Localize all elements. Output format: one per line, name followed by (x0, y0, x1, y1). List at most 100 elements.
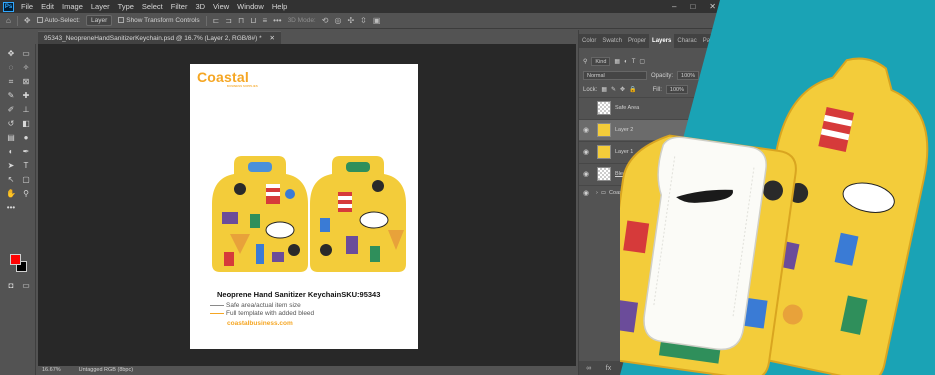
layer-thumbnail (597, 145, 611, 159)
chevron-right-icon[interactable]: › (596, 190, 598, 196)
pen-tool-icon[interactable]: ✒ (20, 146, 32, 157)
zoom-tool-icon[interactable]: ⚲ (20, 188, 32, 199)
distribute-icon[interactable]: ≡ (262, 16, 267, 25)
menu-layer[interactable]: Layer (87, 0, 114, 13)
menu-3d[interactable]: 3D (191, 0, 209, 13)
move-tool-icon[interactable]: ✥ (5, 48, 17, 59)
menu-edit[interactable]: Edit (37, 0, 58, 13)
edit-toolbar-icon[interactable]: ••• (5, 202, 17, 213)
eye-icon[interactable]: ◉ (579, 148, 593, 156)
keychain-template-left[interactable] (210, 154, 310, 274)
legend-safe-area: Safe area/actual item size (210, 302, 301, 309)
menu-type[interactable]: Type (114, 0, 138, 13)
crop-tool-icon[interactable]: ⌗ (5, 76, 17, 87)
more-options-icon[interactable]: ••• (273, 16, 281, 25)
eye-icon[interactable]: ◉ (579, 189, 593, 197)
folder-icon: ▭ (600, 189, 607, 196)
quick-mask-icon[interactable]: ◘ (5, 280, 17, 291)
brush-tool-icon[interactable]: ✐ (5, 104, 17, 115)
eye-icon[interactable]: ◉ (579, 170, 593, 178)
artboard[interactable]: Coastal BUSINESS SUPPLIES Neoprene Hand … (190, 64, 418, 349)
menu-bar: Ps File Edit Image Layer Type Select Fil… (0, 0, 720, 13)
product-title: Neoprene Hand Sanitizer KeychainSKU:9534… (217, 290, 381, 299)
layer-thumbnail (597, 167, 611, 181)
3d-rotate-icon[interactable]: ⟲ (322, 16, 329, 25)
transform-controls-label: Show Transform Controls (126, 17, 200, 24)
shape-tool-icon[interactable]: ▢ (20, 174, 32, 185)
options-divider (16, 15, 18, 26)
keychain-template-right[interactable] (308, 154, 408, 274)
align-middle-icon[interactable]: ⊔ (250, 16, 256, 25)
layer-thumbnail (597, 101, 611, 115)
auto-select-dropdown[interactable]: Layer (85, 15, 113, 26)
lock-paint-icon[interactable]: ✎ (611, 86, 616, 93)
align-left-icon[interactable]: ⊏ (213, 16, 220, 25)
history-brush-icon[interactable]: ↺ (5, 118, 17, 129)
artboard-tool-icon[interactable]: ▭ (20, 48, 32, 59)
eyedropper-icon[interactable]: ✎ (5, 90, 17, 101)
legend-full-label: Full template with added bleed (226, 310, 315, 317)
document-tab[interactable]: 95343_NeopreneHandSanitizerKeychain.psd … (38, 31, 281, 44)
3d-pan-icon[interactable]: ✣ (347, 16, 354, 25)
hand-tool-icon[interactable]: ✋ (5, 188, 17, 199)
3d-scale-icon[interactable]: ▣ (373, 16, 381, 25)
safe-area-line-swatch (210, 305, 224, 306)
foreground-color-swatch[interactable] (10, 254, 21, 265)
color-profile: Untagged RGB (8bpc) (78, 367, 134, 373)
layer-style-icon[interactable]: fx (606, 365, 611, 372)
screen-mode-icon[interactable]: ▭ (20, 280, 32, 291)
align-center-icon[interactable]: ⊐ (225, 16, 232, 25)
lasso-tool-icon[interactable]: ◌ (5, 62, 17, 73)
transform-controls-checkbox[interactable]: Show Transform Controls (118, 17, 200, 24)
move-tool-icon[interactable]: ✥ (24, 16, 31, 25)
zoom-level[interactable]: 16.67% (42, 366, 61, 375)
status-bar: 16.67% Untagged RGB (8bpc) (38, 366, 576, 375)
gradient-tool-icon[interactable]: ▤ (5, 132, 17, 143)
direct-select-icon[interactable]: ↖ (5, 174, 17, 185)
canvas-area[interactable]: Coastal BUSINESS SUPPLIES Neoprene Hand … (38, 44, 576, 366)
lock-label: Lock: (583, 86, 598, 93)
eye-icon[interactable]: ◉ (579, 126, 593, 134)
photoshop-window: Ps File Edit Image Layer Type Select Fil… (0, 0, 720, 375)
auto-select-checkbox[interactable]: Auto-Select: (36, 17, 80, 24)
legend-full-template: Full template with added bleed (210, 310, 314, 317)
3d-slide-icon[interactable]: ⇳ (360, 16, 367, 25)
menu-window[interactable]: Window (233, 0, 268, 13)
website-link: coastalbusiness.com (227, 320, 293, 327)
path-select-icon[interactable]: ➤ (5, 160, 17, 171)
kind-filter[interactable]: Kind (591, 57, 611, 66)
dodge-tool-icon[interactable]: ◐ (5, 146, 17, 157)
lock-pixels-icon[interactable]: ▦ (601, 86, 607, 93)
product-photo (620, 0, 935, 375)
menu-image[interactable]: Image (58, 0, 87, 13)
tab-color[interactable]: Color (579, 34, 599, 48)
options-bar: ⌂ ✥ Auto-Select: Layer Show Transform Co… (0, 13, 720, 29)
menu-file[interactable]: File (17, 0, 37, 13)
3d-mode-label: 3D Mode: (287, 17, 316, 24)
healing-brush-icon[interactable]: ✚ (20, 90, 32, 101)
magic-wand-icon[interactable]: ✧ (20, 62, 32, 73)
photoshop-logo-icon[interactable]: Ps (3, 1, 14, 12)
tools-panel: ✥ ▭ ◌ ✧ ⌗ ⊠ ✎ ✚ ✐ ⊥ ↺ ◧ ▤ ● ◐ ✒ ➤ T ↖ ▢ … (0, 44, 36, 375)
3d-roll-icon[interactable]: ◎ (334, 16, 341, 25)
eraser-tool-icon[interactable]: ◧ (20, 118, 32, 129)
align-top-icon[interactable]: ⊓ (238, 16, 244, 25)
menu-help[interactable]: Help (268, 0, 291, 13)
auto-select-label: Auto-Select: (44, 17, 80, 24)
close-tab-icon[interactable]: ✕ (269, 35, 274, 42)
menu-view[interactable]: View (209, 0, 233, 13)
coastal-logo: Coastal (197, 69, 249, 85)
link-layers-icon[interactable]: ∞ (586, 365, 591, 372)
frame-tool-icon[interactable]: ⊠ (20, 76, 32, 87)
options-divider (205, 15, 207, 26)
document-tab-title: 95343_NeopreneHandSanitizerKeychain.psd … (44, 35, 262, 42)
stamp-tool-icon[interactable]: ⊥ (20, 104, 32, 115)
menu-filter[interactable]: Filter (167, 0, 192, 13)
home-icon[interactable]: ⌂ (6, 16, 11, 25)
type-tool-icon[interactable]: T (20, 160, 32, 171)
menu-select[interactable]: Select (138, 0, 167, 13)
blur-tool-icon[interactable]: ● (20, 132, 32, 143)
coastal-logo-tagline: BUSINESS SUPPLIES (227, 85, 258, 88)
bleed-line-swatch (210, 313, 224, 314)
legend-safe-label: Safe area/actual item size (226, 302, 301, 309)
